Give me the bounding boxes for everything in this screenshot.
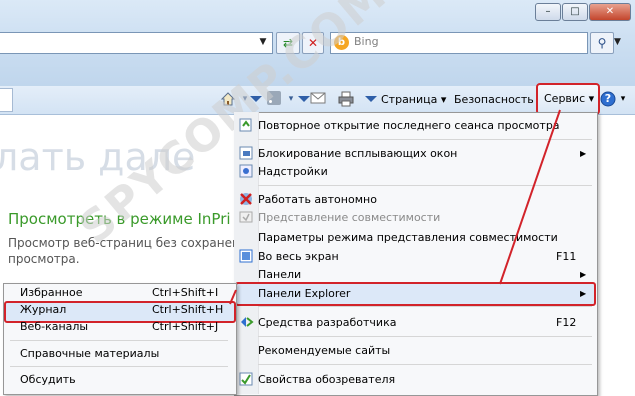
arrow-tools-to-explorer [499,109,561,285]
arrow-explorer-to-history [229,289,237,305]
annotation-arrows [229,109,561,305]
